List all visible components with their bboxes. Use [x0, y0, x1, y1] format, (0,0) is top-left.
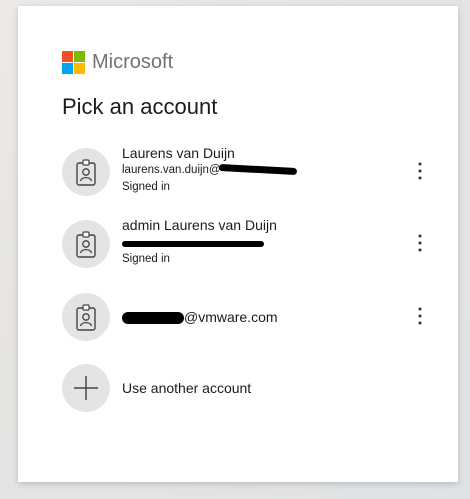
redaction-mark [122, 312, 184, 325]
more-vertical-icon [418, 162, 422, 180]
page-title: Pick an account [62, 94, 218, 119]
avatar [62, 293, 110, 341]
account-status: Signed in [122, 181, 170, 193]
plus-icon [74, 376, 98, 400]
account-tile-2[interactable]: admin Laurens van Duijn Signed in [62, 216, 432, 270]
account-picker-card: Microsoft Pick an account Laurens van Du… [18, 6, 458, 482]
avatar [62, 220, 110, 268]
account-email: @vmware.com [122, 307, 382, 327]
use-another-account-button[interactable]: Use another account [62, 362, 432, 414]
account-email-text: laurens.van.duijn@ [122, 164, 221, 176]
microsoft-logo-icon [62, 50, 85, 74]
redaction-mark [122, 241, 264, 248]
use-another-account-label: Use another account [122, 380, 252, 396]
more-options-button[interactable] [408, 157, 432, 185]
account-name: Laurens van Duijn [122, 145, 235, 161]
id-badge-icon [76, 159, 96, 186]
account-status: Signed in [122, 253, 170, 265]
account-tile-3[interactable]: @vmware.com [62, 289, 432, 343]
more-options-button[interactable] [408, 302, 432, 330]
account-email: laurens.van.duijn@ [122, 162, 382, 178]
account-email-text: @vmware.com [184, 309, 278, 325]
account-email [122, 234, 382, 250]
brand-name: Microsoft [92, 50, 174, 73]
microsoft-brand: Microsoft [62, 50, 173, 74]
add-account-avatar [62, 364, 110, 412]
more-vertical-icon [418, 307, 422, 325]
id-badge-icon [76, 231, 96, 258]
account-name: admin Laurens van Duijn [122, 217, 277, 233]
more-options-button[interactable] [408, 229, 432, 257]
avatar [62, 148, 110, 196]
redaction-mark [218, 164, 297, 176]
account-tile-1[interactable]: Laurens van Duijn laurens.van.duijn@ Sig… [62, 144, 432, 198]
more-vertical-icon [418, 234, 422, 252]
id-badge-icon [76, 304, 96, 331]
